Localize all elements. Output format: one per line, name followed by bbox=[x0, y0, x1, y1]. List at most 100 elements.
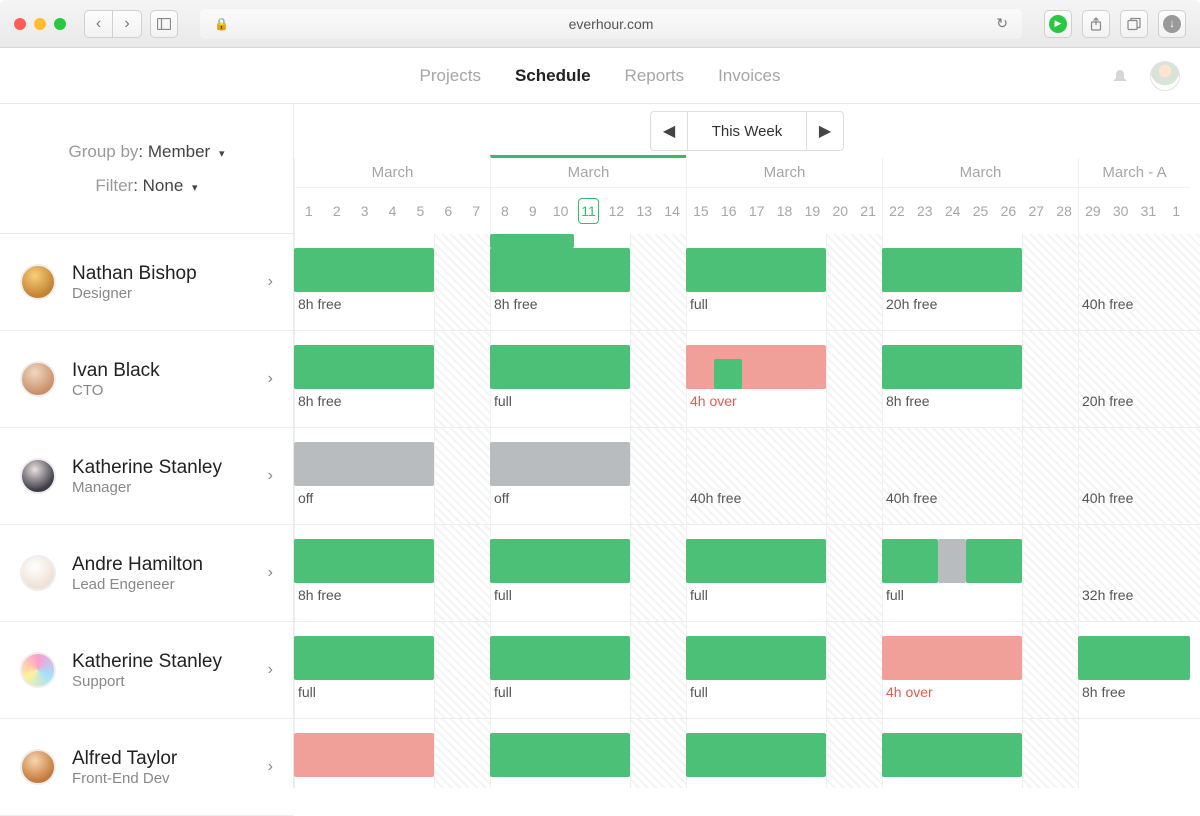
allocation-bar[interactable] bbox=[882, 248, 1022, 292]
capacity-label: off bbox=[298, 490, 313, 506]
nav-back-forward[interactable]: ‹ › bbox=[84, 10, 142, 38]
allocation-bar[interactable] bbox=[490, 539, 630, 583]
allocation-bar[interactable] bbox=[294, 442, 434, 486]
tab-reports[interactable]: Reports bbox=[625, 66, 685, 86]
day-cell[interactable]: 13 bbox=[630, 188, 658, 234]
forward-button[interactable]: › bbox=[113, 11, 141, 37]
chevron-right-icon[interactable]: › bbox=[268, 467, 273, 485]
prev-week-button[interactable]: ◀ bbox=[651, 112, 687, 150]
day-cell[interactable]: 12 bbox=[602, 188, 630, 234]
day-cell[interactable]: 22 bbox=[883, 188, 911, 234]
allocation-bar[interactable] bbox=[686, 636, 826, 680]
chevron-right-icon[interactable]: › bbox=[268, 273, 273, 291]
notifications-icon[interactable] bbox=[1110, 66, 1130, 86]
allocation-bar[interactable] bbox=[490, 442, 630, 486]
member-row[interactable]: Alfred Taylor Front-End Dev › bbox=[0, 719, 293, 816]
allocation-bar[interactable] bbox=[490, 248, 630, 292]
member-row[interactable]: Ivan Black CTO › bbox=[0, 331, 293, 428]
day-cell[interactable]: 17 bbox=[743, 188, 771, 234]
day-cell[interactable]: 29 bbox=[1079, 188, 1107, 234]
allocation-bar[interactable] bbox=[882, 345, 1022, 389]
allocation-bar[interactable] bbox=[294, 733, 434, 777]
tab-schedule[interactable]: Schedule bbox=[515, 66, 591, 86]
allocation-bar[interactable] bbox=[294, 539, 434, 583]
sidebar-toggle-icon[interactable] bbox=[150, 10, 178, 38]
group-by-control[interactable]: Group by: Member ▾ bbox=[68, 142, 224, 162]
day-cell[interactable]: 1 bbox=[295, 188, 323, 234]
member-row[interactable]: Nathan Bishop Designer › bbox=[0, 234, 293, 331]
allocation-bar[interactable] bbox=[686, 733, 826, 777]
allocation-bar[interactable] bbox=[1078, 636, 1190, 680]
play-extension[interactable]: ▶ bbox=[1044, 10, 1072, 38]
allocation-bar[interactable] bbox=[882, 539, 938, 583]
allocation-bar[interactable] bbox=[294, 248, 434, 292]
day-cell[interactable]: 20 bbox=[826, 188, 854, 234]
tab-projects[interactable]: Projects bbox=[420, 66, 481, 86]
week-column: March - A2930311 bbox=[1078, 158, 1190, 234]
chevron-right-icon[interactable]: › bbox=[268, 758, 273, 776]
allocation-bar[interactable] bbox=[294, 636, 434, 680]
allocation-bar[interactable] bbox=[686, 539, 826, 583]
close-window[interactable] bbox=[14, 18, 26, 30]
chevron-right-icon[interactable]: › bbox=[268, 370, 273, 388]
member-row[interactable]: Katherine Stanley Support › bbox=[0, 622, 293, 719]
day-cell[interactable]: 24 bbox=[939, 188, 967, 234]
allocation-bar[interactable] bbox=[490, 733, 630, 777]
day-cell[interactable]: 18 bbox=[771, 188, 799, 234]
day-cell[interactable]: 7 bbox=[462, 188, 490, 234]
back-button[interactable]: ‹ bbox=[85, 11, 113, 37]
day-cell[interactable]: 16 bbox=[715, 188, 743, 234]
day-cell[interactable]: 6 bbox=[434, 188, 462, 234]
allocation-bar[interactable] bbox=[882, 636, 1022, 680]
browser-chrome: ‹ › 🔒 everhour.com ↻ ▶ ↓ bbox=[0, 0, 1200, 48]
day-cell[interactable]: 9 bbox=[519, 188, 547, 234]
day-cell[interactable]: 27 bbox=[1022, 188, 1050, 234]
day-cell[interactable]: 14 bbox=[658, 188, 686, 234]
day-cell[interactable]: 5 bbox=[406, 188, 434, 234]
day-cell[interactable]: 30 bbox=[1107, 188, 1135, 234]
reload-icon[interactable]: ↻ bbox=[996, 15, 1008, 32]
day-cell[interactable]: 26 bbox=[994, 188, 1022, 234]
downloads-icon[interactable]: ↓ bbox=[1158, 10, 1186, 38]
allocation-bar[interactable] bbox=[714, 359, 742, 389]
day-cell[interactable]: 4 bbox=[379, 188, 407, 234]
chevron-right-icon[interactable]: › bbox=[268, 661, 273, 679]
day-cell[interactable]: 8 bbox=[491, 188, 519, 234]
day-cell[interactable]: 15 bbox=[687, 188, 715, 234]
member-row[interactable]: Andre Hamilton Lead Engeneer › bbox=[0, 525, 293, 622]
member-row[interactable]: Katherine Stanley Manager › bbox=[0, 428, 293, 525]
allocation-bar[interactable] bbox=[686, 345, 826, 389]
tabs-icon[interactable] bbox=[1120, 10, 1148, 38]
maximize-window[interactable] bbox=[54, 18, 66, 30]
user-avatar[interactable] bbox=[1150, 61, 1180, 91]
day-cell[interactable]: 19 bbox=[798, 188, 826, 234]
day-cell[interactable]: 10 bbox=[547, 188, 575, 234]
filter-control[interactable]: Filter: None ▾ bbox=[95, 176, 197, 196]
tab-invoices[interactable]: Invoices bbox=[718, 66, 780, 86]
day-cell[interactable]: 25 bbox=[967, 188, 995, 234]
day-cell[interactable]: 2 bbox=[323, 188, 351, 234]
day-cell[interactable]: 21 bbox=[854, 188, 882, 234]
week-navigator: ◀ This Week ▶ bbox=[650, 111, 844, 151]
next-week-button[interactable]: ▶ bbox=[807, 112, 843, 150]
minimize-window[interactable] bbox=[34, 18, 46, 30]
address-bar[interactable]: 🔒 everhour.com ↻ bbox=[200, 9, 1022, 39]
allocation-bar[interactable] bbox=[490, 345, 630, 389]
allocation-bar[interactable] bbox=[966, 539, 1022, 583]
week-label[interactable]: This Week bbox=[687, 112, 807, 150]
allocation-bar[interactable] bbox=[938, 539, 966, 583]
allocation-bar[interactable] bbox=[882, 733, 1022, 777]
allocation-bar[interactable] bbox=[490, 234, 574, 248]
month-label: March bbox=[491, 158, 686, 188]
chevron-right-icon[interactable]: › bbox=[268, 564, 273, 582]
allocation-bar[interactable] bbox=[686, 248, 826, 292]
day-cell[interactable]: 28 bbox=[1050, 188, 1078, 234]
day-cell[interactable]: 1 bbox=[1162, 188, 1190, 234]
day-cell[interactable]: 3 bbox=[351, 188, 379, 234]
allocation-bar[interactable] bbox=[490, 636, 630, 680]
day-cell[interactable]: 31 bbox=[1135, 188, 1163, 234]
day-cell[interactable]: 23 bbox=[911, 188, 939, 234]
allocation-bar[interactable] bbox=[294, 345, 434, 389]
share-icon[interactable] bbox=[1082, 10, 1110, 38]
day-cell[interactable]: 11 bbox=[575, 188, 603, 234]
